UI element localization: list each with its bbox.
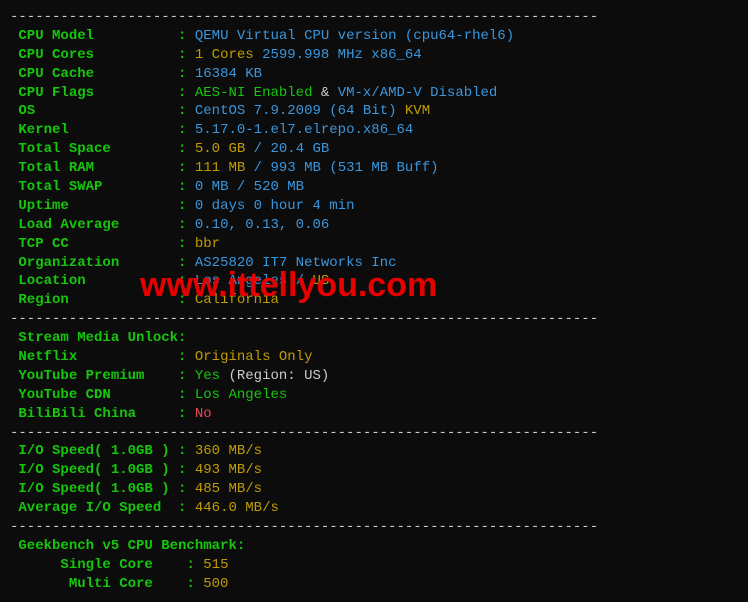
- row-youtube-premium: YouTube Premium : Yes (Region: US): [10, 367, 738, 386]
- row-uptime: Uptime : 0 days 0 hour 4 min: [10, 197, 738, 216]
- row-bilibili: BiliBili China : No: [10, 405, 738, 424]
- netflix-value: Originals Only: [195, 349, 313, 365]
- bilibili-value: No: [195, 406, 212, 422]
- row-org: Organization : AS25820 IT7 Networks Inc: [10, 254, 738, 273]
- row-cpu-cores: CPU Cores : 1 Cores 2599.998 MHz x86_64: [10, 46, 738, 65]
- row-tcp-cc: TCP CC : bbr: [10, 235, 738, 254]
- row-total-swap: Total SWAP : 0 MB / 520 MB: [10, 178, 738, 197]
- row-youtube-cdn: YouTube CDN : Los Angeles: [10, 386, 738, 405]
- row-multi-core: Multi Core : 500: [10, 575, 738, 594]
- row-io-2: I/O Speed( 1.0GB ) : 493 MB/s: [10, 461, 738, 480]
- cpu-cores-count: 1 Cores: [195, 47, 254, 63]
- row-netflix: Netflix : Originals Only: [10, 348, 738, 367]
- avg-io-value: 446.0 MB/s: [195, 500, 279, 516]
- row-load: Load Average : 0.10, 0.13, 0.06: [10, 216, 738, 235]
- divider: ----------------------------------------…: [10, 518, 738, 537]
- tcp-cc-value: bbr: [195, 236, 220, 252]
- row-kernel: Kernel : 5.17.0-1.el7.elrepo.x86_64: [10, 121, 738, 140]
- io-value-2: 493 MB/s: [195, 462, 262, 478]
- os-value: CentOS 7.9.2009 (64 Bit): [195, 103, 397, 119]
- kernel-value: 5.17.0-1.el7.elrepo.x86_64: [195, 122, 413, 138]
- ram-used: 111 MB: [195, 160, 245, 176]
- divider: ----------------------------------------…: [10, 8, 738, 27]
- row-location: Location : Los Angeles / US: [10, 272, 738, 291]
- row-cpu-cache: CPU Cache : 16384 KB: [10, 65, 738, 84]
- row-os: OS : CentOS 7.9.2009 (64 Bit) KVM: [10, 102, 738, 121]
- ytp-yes: Yes: [195, 368, 229, 384]
- cpu-flag-vmx: VM-x/AMD-V Disabled: [338, 85, 498, 101]
- row-total-space: Total Space : 5.0 GB / 20.4 GB: [10, 140, 738, 159]
- cpu-model-value: QEMU Virtual CPU version (cpu64-rhel6): [195, 28, 514, 44]
- io-value-3: 485 MB/s: [195, 481, 262, 497]
- ytp-region: (Region: US): [228, 368, 329, 384]
- os-virt: KVM: [397, 103, 431, 119]
- swap-value: 0 MB / 520 MB: [195, 179, 304, 195]
- yt-cdn-value: Los Angeles: [195, 387, 287, 403]
- row-single-core: Single Core : 515: [10, 556, 738, 575]
- row-cpu-model: CPU Model : QEMU Virtual CPU version (cp…: [10, 27, 738, 46]
- row-region: Region : California: [10, 291, 738, 310]
- uptime-value: 0 days 0 hour 4 min: [195, 198, 355, 214]
- single-core-value: 515: [203, 557, 228, 573]
- terminal-output: ----------------------------------------…: [10, 8, 738, 594]
- row-cpu-flags: CPU Flags : AES-NI Enabled & VM-x/AMD-V …: [10, 84, 738, 103]
- divider: ----------------------------------------…: [10, 424, 738, 443]
- divider: ----------------------------------------…: [10, 310, 738, 329]
- space-used: 5.0 GB: [195, 141, 245, 157]
- cpu-flag-aesni: AES-NI Enabled: [195, 85, 313, 101]
- ram-total: 993 MB: [271, 160, 321, 176]
- row-total-ram: Total RAM : 111 MB / 993 MB (531 MB Buff…: [10, 159, 738, 178]
- cpu-cache-value: 16384 KB: [195, 66, 262, 82]
- location-country: US: [313, 273, 330, 289]
- location-city: Los Angeles: [195, 273, 287, 289]
- org-value: AS25820 IT7 Networks Inc: [195, 255, 397, 271]
- row-avg-io: Average I/O Speed : 446.0 MB/s: [10, 499, 738, 518]
- row-io-3: I/O Speed( 1.0GB ) : 485 MB/s: [10, 480, 738, 499]
- row-geekbench-header: Geekbench v5 CPU Benchmark:: [10, 537, 738, 556]
- row-io-1: I/O Speed( 1.0GB ) : 360 MB/s: [10, 442, 738, 461]
- ram-buff: (531 MB Buff): [321, 160, 439, 176]
- row-stream-header: Stream Media Unlock:: [10, 329, 738, 348]
- cpu-cores-freq: 2599.998 MHz x86_64: [254, 47, 422, 63]
- multi-core-value: 500: [203, 576, 228, 592]
- space-total: 20.4 GB: [271, 141, 330, 157]
- region-value: California: [195, 292, 279, 308]
- io-value-1: 360 MB/s: [195, 443, 262, 459]
- load-value: 0.10, 0.13, 0.06: [195, 217, 329, 233]
